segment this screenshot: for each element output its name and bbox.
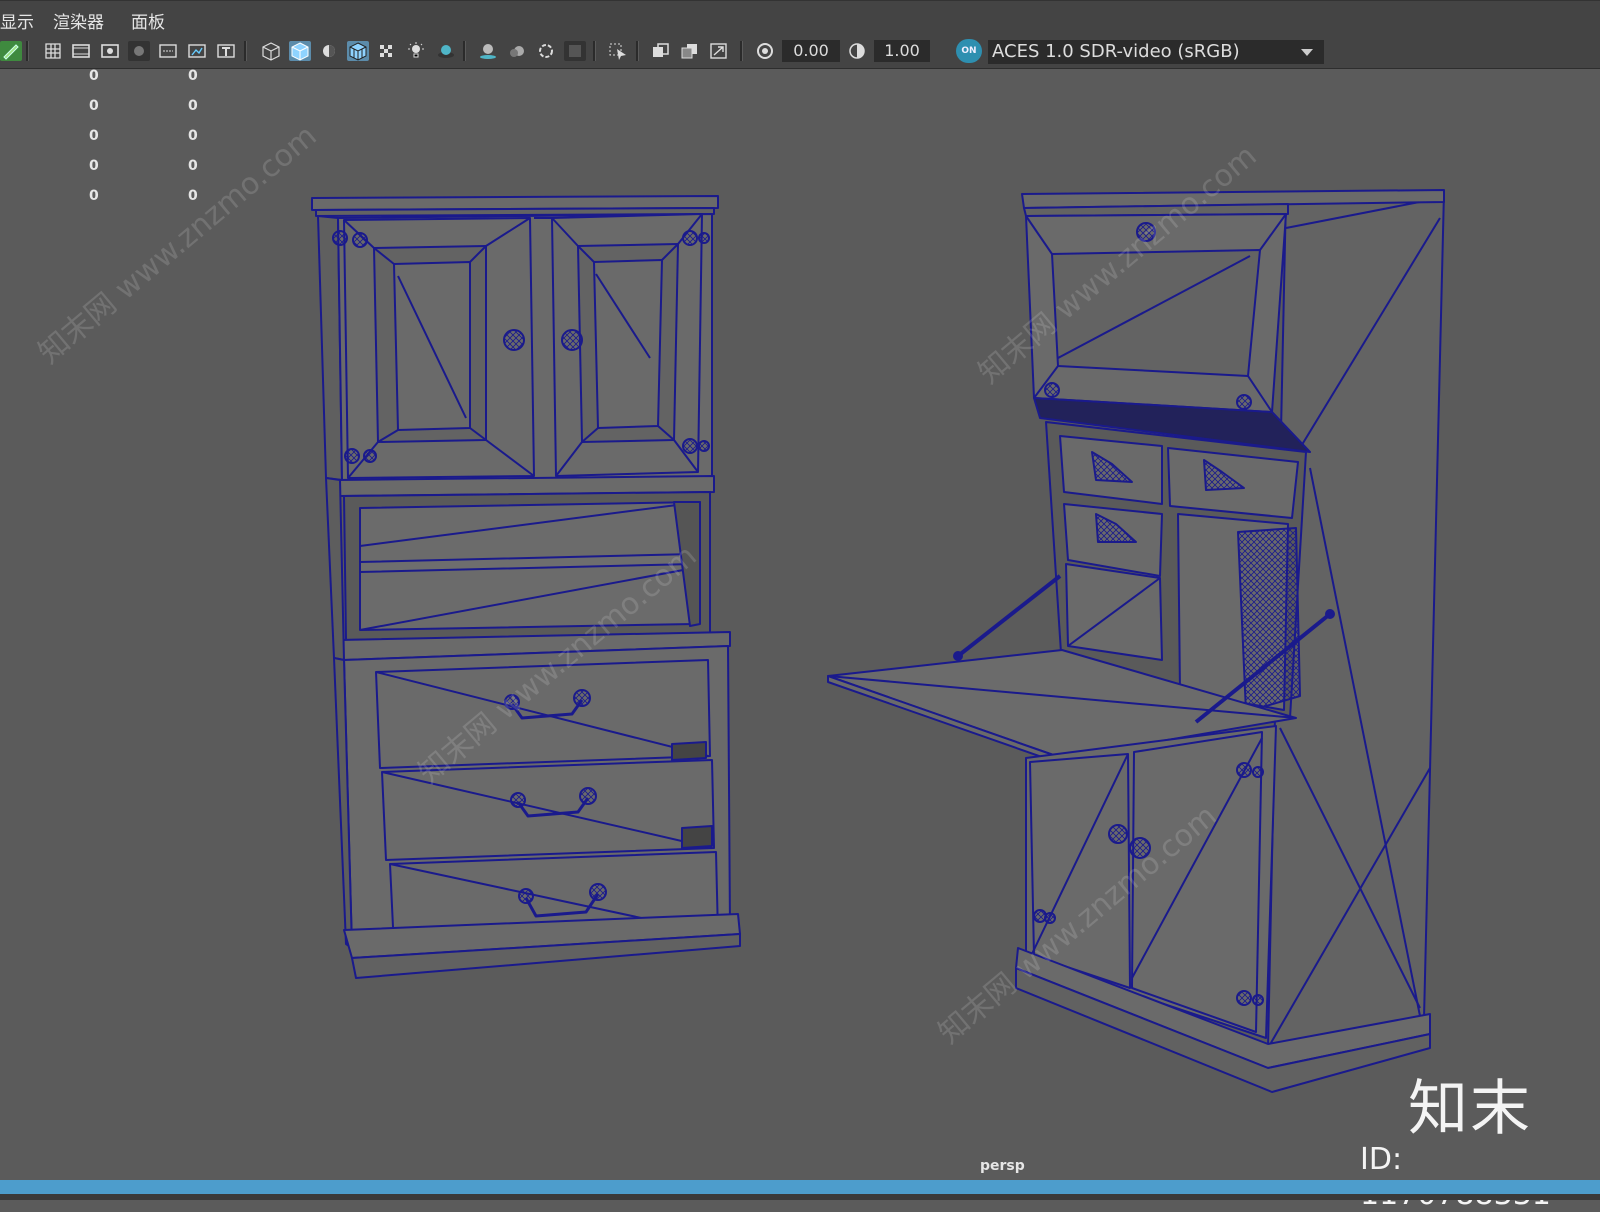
smooth-shade-icon[interactable] [289, 41, 311, 61]
exposure-icon[interactable] [754, 41, 776, 61]
film-gate-icon[interactable] [70, 41, 92, 61]
panel-toolbar: 0.00 1.00 ON ACES 1.0 SDR-video (sRGB) [0, 34, 1600, 69]
viewport-scene [311, 189, 1445, 1093]
timeline-bar[interactable] [0, 1180, 1600, 1194]
safe-action-icon[interactable] [186, 41, 208, 61]
gamma-icon[interactable] [846, 41, 868, 61]
watermark-logo: 知末 [1408, 1074, 1532, 1144]
xray-joints-icon[interactable] [650, 41, 672, 61]
hud-value: 0 [188, 128, 198, 144]
wireframe-on-shaded-icon[interactable] [347, 41, 369, 61]
xray-icon[interactable] [376, 41, 398, 61]
grid-icon[interactable] [42, 41, 64, 61]
hud-value: 0 [89, 158, 99, 174]
field-chart-icon[interactable] [157, 41, 179, 61]
motion-blur-icon[interactable] [506, 41, 528, 61]
safe-title-icon[interactable] [215, 41, 237, 61]
hud-value: 0 [89, 68, 99, 84]
hud-value: 0 [188, 158, 198, 174]
exposure-field[interactable]: 0.00 [782, 40, 840, 62]
hud-value: 0 [188, 98, 198, 114]
lights-icon[interactable] [405, 41, 427, 61]
resolution-gate-icon[interactable] [99, 41, 121, 61]
watermark-id: ID: 1170788331 [1360, 1142, 1551, 1212]
isolate-select-icon[interactable] [607, 41, 629, 61]
right-secretary-model[interactable] [827, 189, 1445, 1093]
depth-of-field-icon[interactable] [564, 41, 586, 61]
color-space-dropdown[interactable]: ACES 1.0 SDR-video (sRGB) [988, 40, 1324, 64]
gate-mask-icon[interactable] [128, 41, 150, 61]
shadows-icon[interactable] [434, 41, 456, 61]
bottom-strip [0, 1194, 1600, 1200]
anti-alias-icon[interactable] [535, 41, 557, 61]
backface-icon[interactable] [708, 41, 730, 61]
hud-value: 0 [89, 128, 99, 144]
hud-value: 0 [89, 98, 99, 114]
hud-value: 0 [188, 68, 198, 84]
viewport-3d[interactable] [0, 68, 1600, 1178]
menu-bar: 显示 渲染器 面板 [0, 0, 1600, 35]
shade-all-icon[interactable] [318, 41, 340, 61]
menu-item-renderer[interactable]: 渲染器 [53, 8, 104, 33]
menu-item-display[interactable]: 显示 [0, 8, 34, 33]
camera-label: persp [980, 1158, 1025, 1174]
color-space-label: ACES 1.0 SDR-video (sRGB) [992, 41, 1240, 62]
wireframe-icon[interactable] [260, 41, 282, 61]
chevron-down-icon [1296, 42, 1318, 62]
hud-value: 0 [89, 188, 99, 204]
ambient-occlusion-icon[interactable] [477, 41, 499, 61]
gamma-field[interactable]: 1.00 [874, 40, 930, 62]
xray-active-icon[interactable] [679, 41, 701, 61]
view-transform-icon[interactable]: ON [956, 39, 982, 63]
pencil-icon[interactable] [0, 41, 22, 61]
menu-item-panels[interactable]: 面板 [131, 8, 165, 33]
